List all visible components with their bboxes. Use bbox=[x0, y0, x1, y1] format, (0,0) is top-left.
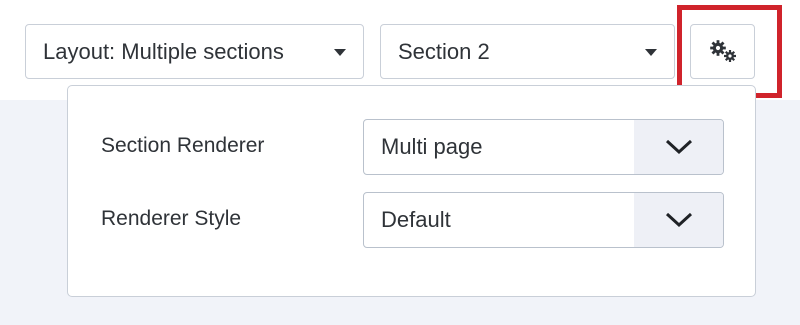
editor-stage: Layout: Multiple sections Section 2 Sect… bbox=[0, 0, 800, 325]
section-dropdown-button[interactable]: Section 2 bbox=[380, 24, 675, 79]
section-dropdown-label: Section 2 bbox=[398, 38, 490, 64]
layout-dropdown-label: Layout: Multiple sections bbox=[43, 38, 284, 64]
renderer-style-label: Renderer Style bbox=[101, 207, 242, 230]
renderer-style-value: Default bbox=[381, 207, 451, 232]
section-settings-panel: Section Renderer Multi page Renderer Sty… bbox=[67, 85, 756, 297]
section-renderer-value: Multi page bbox=[381, 134, 483, 159]
caret-down-icon bbox=[645, 48, 657, 56]
caret-down-icon bbox=[334, 48, 346, 56]
renderer-style-select[interactable]: Default bbox=[363, 192, 724, 248]
chevron-down-icon bbox=[634, 193, 723, 247]
section-renderer-label: Section Renderer bbox=[101, 134, 265, 157]
layout-dropdown-button[interactable]: Layout: Multiple sections bbox=[25, 24, 364, 79]
chevron-down-icon bbox=[634, 120, 723, 174]
section-renderer-select[interactable]: Multi page bbox=[363, 119, 724, 175]
